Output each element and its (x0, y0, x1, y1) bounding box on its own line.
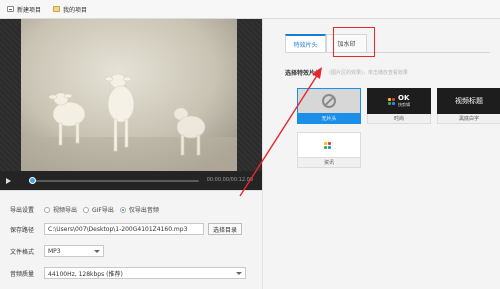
app-root: 新建项目 我的项目 00:00.00/00:12.00 导出设置 视频导出 GI… (0, 0, 500, 289)
annotation-arrow (239, 67, 322, 197)
